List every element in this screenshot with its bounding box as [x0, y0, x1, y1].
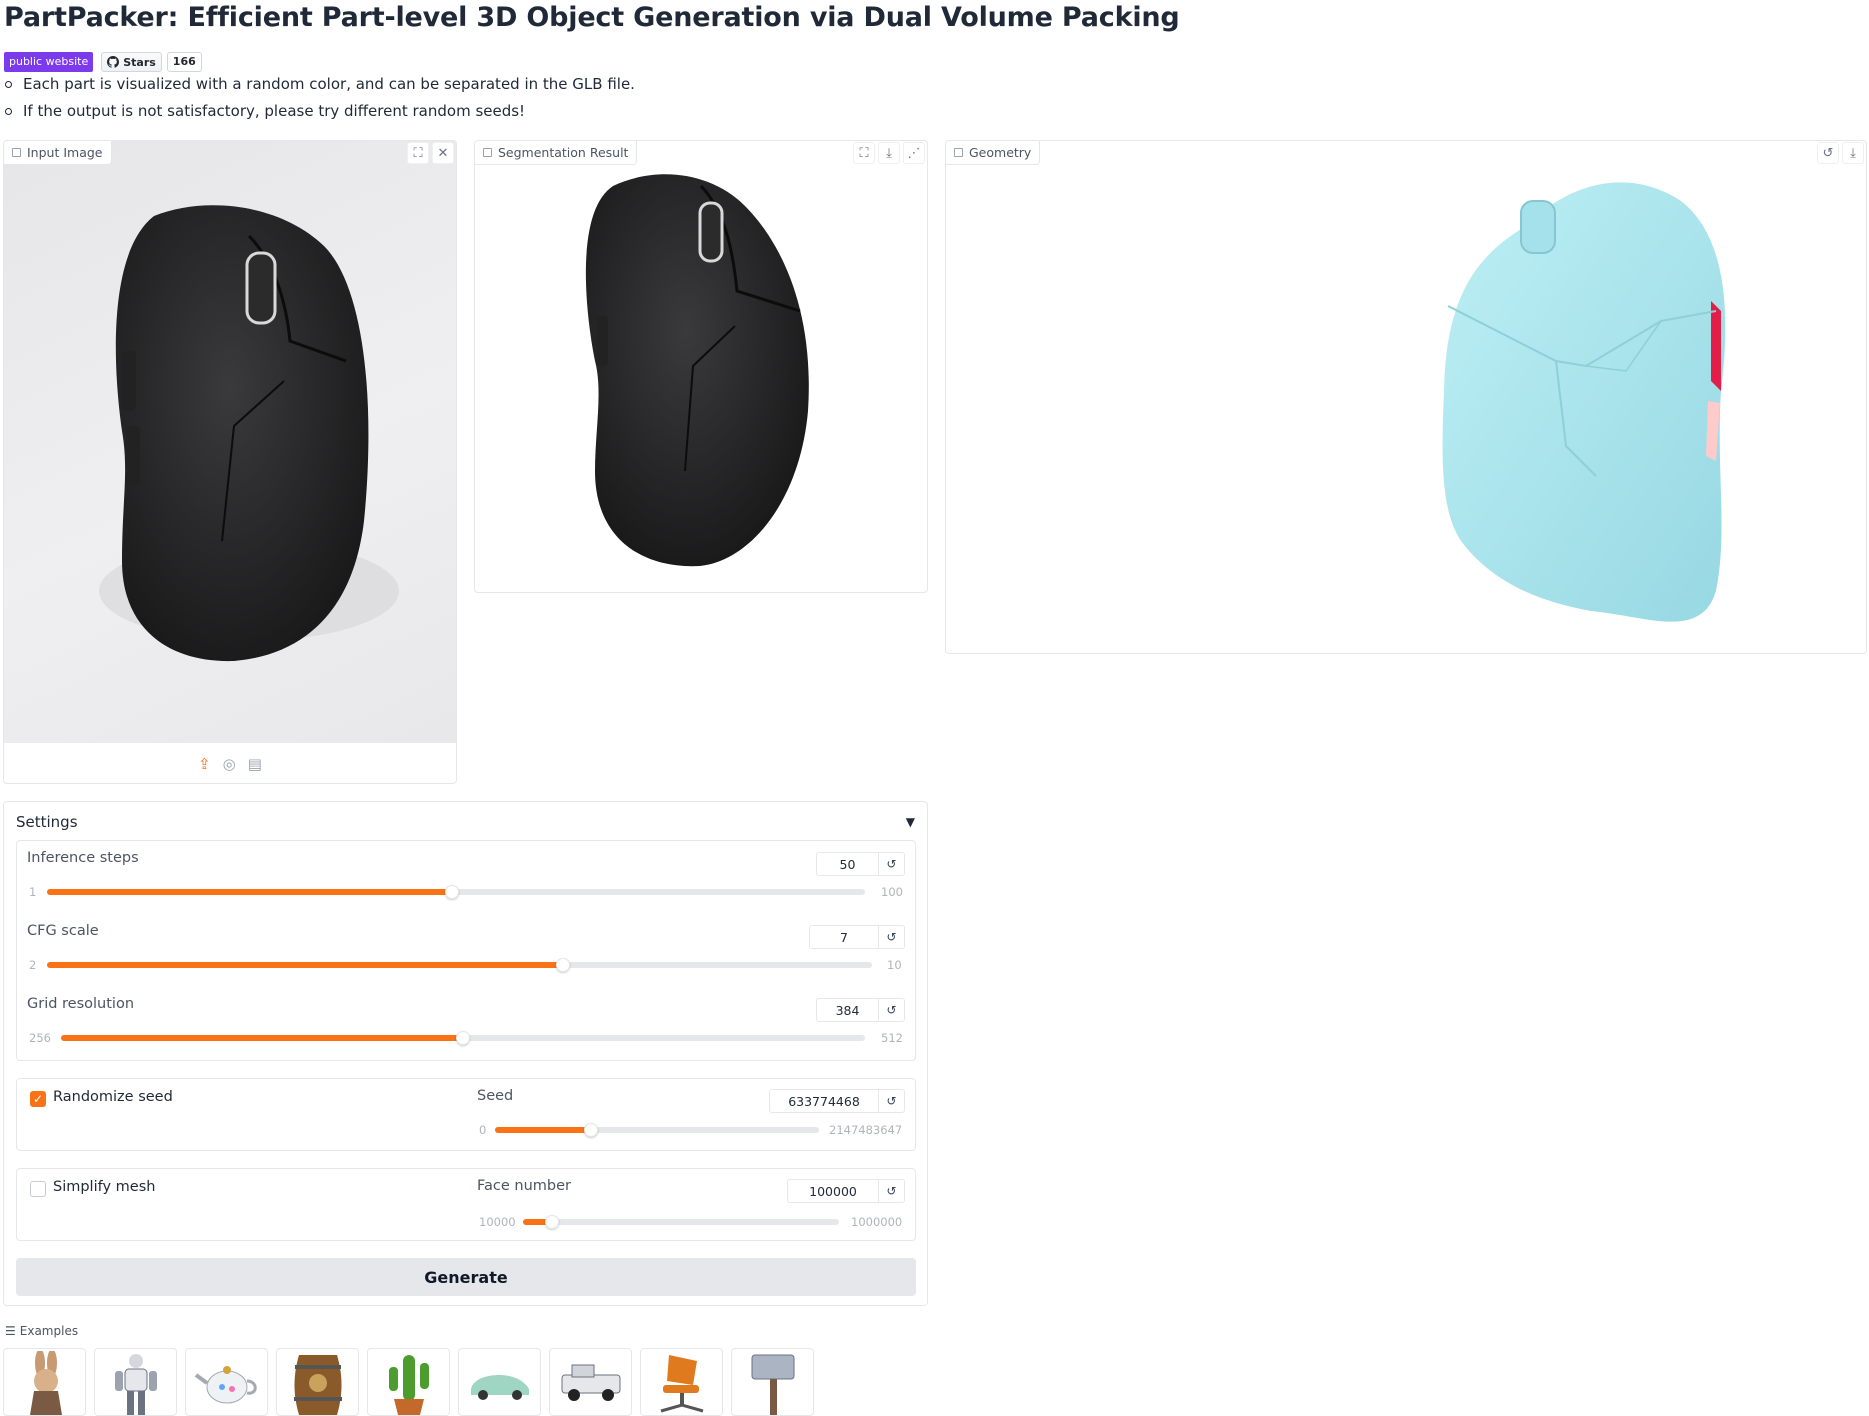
- public-website-badge[interactable]: public website: [4, 52, 94, 72]
- example-office-chair[interactable]: [640, 1348, 723, 1416]
- fullscreen-icon[interactable]: ⛶: [853, 142, 875, 164]
- simplify-mesh-checkbox[interactable]: [30, 1181, 46, 1197]
- github-icon: [107, 56, 120, 68]
- grid-resolution-min: 256: [29, 1031, 51, 1045]
- sampling-sliders-group: Inference steps 50 ↺ 1 100 CFG scale 7 ↺…: [16, 840, 916, 1061]
- notes-list: Each part is visualized with a random co…: [4, 74, 635, 128]
- randomize-seed-label[interactable]: Randomize seed: [53, 1089, 173, 1105]
- mouse-photo: [99, 205, 399, 662]
- reset-icon[interactable]: ↺: [878, 999, 904, 1021]
- simplify-mesh-label[interactable]: Simplify mesh: [53, 1179, 155, 1195]
- seed-min: 0: [479, 1123, 487, 1137]
- clipboard-icon[interactable]: ▤: [248, 755, 262, 773]
- download-icon[interactable]: ⤓: [1842, 142, 1864, 164]
- inference-steps-min: 1: [29, 885, 37, 899]
- page-title: PartPacker: Efficient Part-level 3D Obje…: [4, 2, 1180, 33]
- inference-steps-max: 100: [881, 885, 903, 899]
- stars-label: Stars: [123, 55, 156, 69]
- geometry-label: Geometry: [946, 141, 1041, 165]
- github-stars-button[interactable]: Stars: [101, 52, 162, 72]
- slider-thumb[interactable]: [456, 1031, 470, 1045]
- input-image: [4, 141, 456, 743]
- seed-input[interactable]: 633774468 ↺: [769, 1089, 905, 1113]
- generate-button[interactable]: Generate: [16, 1258, 916, 1296]
- face-number-label: Face number: [477, 1178, 571, 1194]
- face-number-max: 1000000: [851, 1215, 903, 1229]
- github-stars-badge[interactable]: Stars 166: [101, 52, 202, 72]
- input-image-panel[interactable]: Input Image ⛶ ✕ ⇪ ◎ ▤: [3, 140, 457, 784]
- examples-header: ☰ Examples: [5, 1324, 79, 1338]
- image-source-bar: ⇪ ◎ ▤: [4, 745, 456, 783]
- slider-thumb[interactable]: [544, 1215, 559, 1229]
- face-number-min: 10000: [479, 1215, 516, 1229]
- reset-icon[interactable]: ↺: [878, 1090, 904, 1112]
- stars-count[interactable]: 166: [166, 52, 202, 72]
- example-teapot[interactable]: [185, 1348, 268, 1416]
- cfg-scale-input[interactable]: 7 ↺: [809, 925, 905, 949]
- example-rabbit[interactable]: [3, 1348, 86, 1416]
- share-icon[interactable]: ⋰: [903, 142, 925, 164]
- collapse-caret-icon[interactable]: ▼: [906, 815, 915, 829]
- cfg-scale-max: 10: [887, 958, 902, 972]
- slider-thumb[interactable]: [583, 1123, 598, 1137]
- seed-label: Seed: [477, 1088, 514, 1104]
- seed-slider[interactable]: [495, 1123, 819, 1137]
- reset-icon[interactable]: ↺: [878, 853, 904, 875]
- example-robot[interactable]: [94, 1348, 177, 1416]
- reset-icon[interactable]: ↺: [878, 926, 904, 948]
- close-icon[interactable]: ✕: [432, 142, 454, 164]
- segmentation-result-panel: Segmentation Result ⛶ ⤓ ⋰: [474, 140, 928, 593]
- image-icon: [483, 148, 492, 157]
- upload-icon[interactable]: ⇪: [198, 755, 211, 773]
- randomize-seed-checkbox[interactable]: ✓: [30, 1091, 46, 1107]
- download-icon[interactable]: ⤓: [878, 142, 900, 164]
- reset-view-icon[interactable]: ↺: [1817, 142, 1839, 164]
- example-barrel[interactable]: [276, 1348, 359, 1416]
- grid-resolution-label: Grid resolution: [27, 996, 135, 1012]
- cfg-scale-min: 2: [29, 958, 37, 972]
- geometry-panel[interactable]: Geometry ↺ ⤓: [945, 140, 1867, 654]
- settings-title[interactable]: Settings: [16, 813, 78, 831]
- example-truck[interactable]: [549, 1348, 632, 1416]
- settings-accordion: Settings ▼ Inference steps 50 ↺ 1 100 CF…: [3, 801, 928, 1306]
- grid-resolution-max: 512: [881, 1031, 903, 1045]
- example-car[interactable]: [458, 1348, 541, 1416]
- slider-thumb[interactable]: [444, 885, 459, 899]
- cfg-scale-slider[interactable]: [47, 958, 872, 972]
- seed-group: ✓ Randomize seed Seed 633774468 ↺ 0 2147…: [16, 1078, 916, 1151]
- image-icon: [12, 148, 21, 157]
- segmentation-result-label: Segmentation Result: [475, 141, 638, 165]
- cfg-scale-label: CFG scale: [27, 923, 99, 939]
- grid-resolution-input[interactable]: 384 ↺: [816, 998, 905, 1022]
- examples-gallery: [3, 1348, 814, 1416]
- webcam-icon[interactable]: ◎: [223, 755, 236, 773]
- note-item: Each part is visualized with a random co…: [4, 74, 635, 101]
- reset-icon[interactable]: ↺: [878, 1180, 904, 1202]
- inference-steps-label: Inference steps: [27, 850, 139, 866]
- example-cactus[interactable]: [367, 1348, 450, 1416]
- fullscreen-icon[interactable]: ⛶: [407, 142, 429, 164]
- badges: public website Stars 166: [4, 52, 202, 72]
- 3d-mesh-viewer[interactable]: [946, 141, 1866, 653]
- seed-max: 2147483647: [829, 1123, 903, 1137]
- segmented-image: [585, 174, 809, 567]
- face-number-slider[interactable]: [523, 1215, 839, 1229]
- list-icon: ☰: [5, 1324, 16, 1338]
- note-item: If the output is not satisfactory, pleas…: [4, 101, 635, 128]
- example-hammer[interactable]: [731, 1348, 814, 1416]
- face-number-input[interactable]: 100000 ↺: [787, 1179, 905, 1203]
- file-icon: [954, 148, 963, 157]
- grid-resolution-slider[interactable]: [61, 1031, 865, 1045]
- simplify-mesh-group: Simplify mesh Face number 100000 ↺ 10000…: [16, 1168, 916, 1241]
- inference-steps-input[interactable]: 50 ↺: [816, 852, 905, 876]
- inference-steps-slider[interactable]: [47, 885, 865, 899]
- slider-thumb[interactable]: [555, 958, 570, 972]
- input-image-label: Input Image: [4, 141, 112, 165]
